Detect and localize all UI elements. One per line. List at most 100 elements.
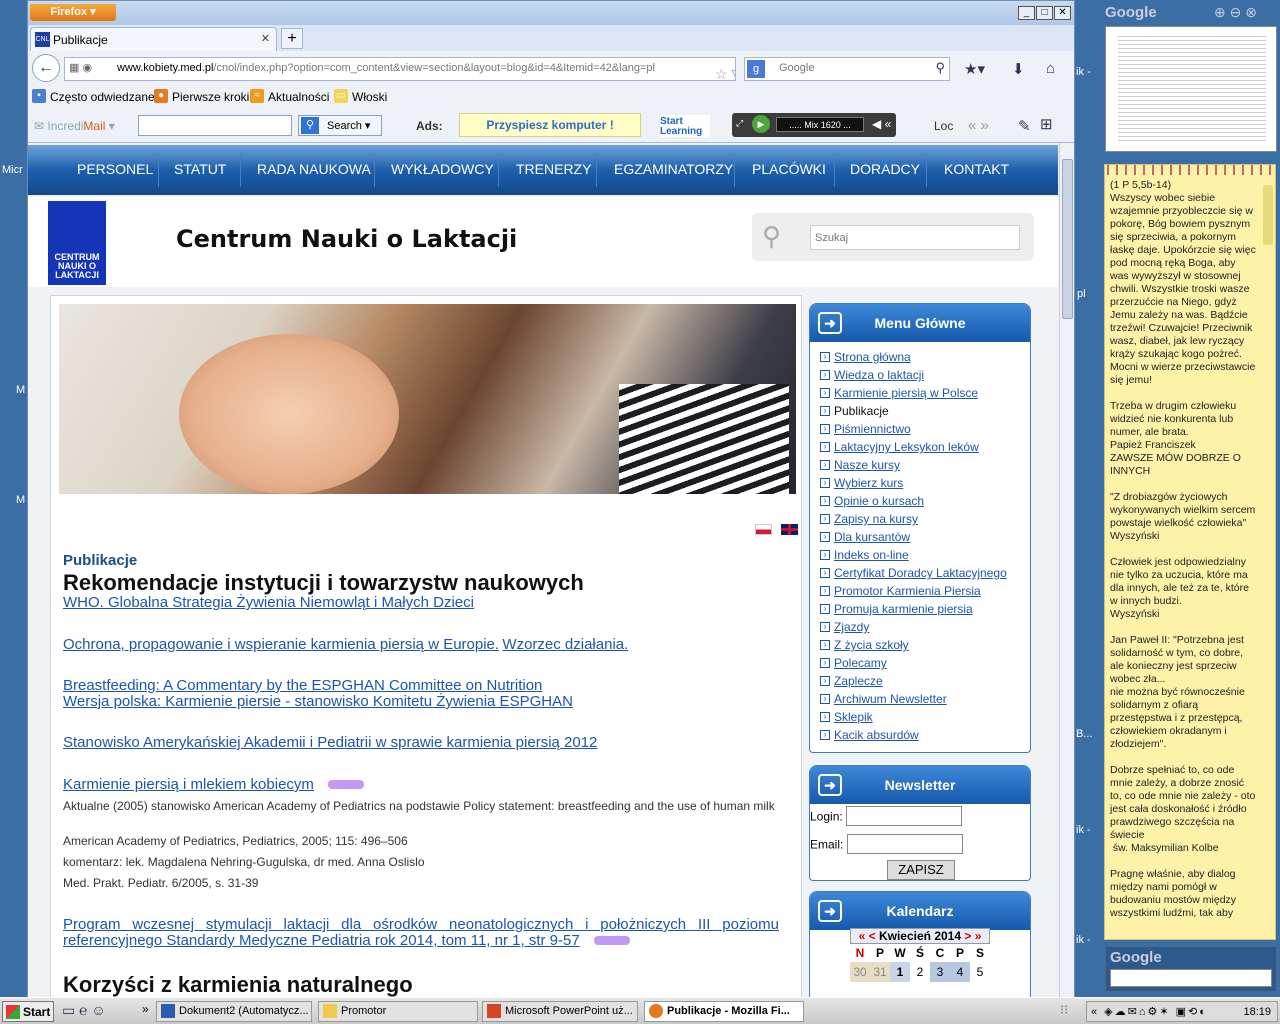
calendar-next[interactable]: > » (964, 929, 981, 943)
menu-item[interactable]: › Polecamy (820, 656, 1030, 674)
tab-publikacje[interactable]: CNL Publikacje ✕ (30, 27, 277, 51)
article-link[interactable]: Ochrona, propagowanie i wspieranie karmi… (63, 636, 499, 653)
taskbar-item[interactable]: Publikacje - Mozilla Fi... (644, 1001, 804, 1022)
radio-station[interactable]: ..... Mix 1620 ... (776, 117, 864, 132)
add-icon[interactable]: ⊞ (1040, 115, 1053, 133)
polish-flag-icon[interactable] (755, 524, 772, 535)
site-logo[interactable]: CENTRUM NAUKI O LAKTACJI (48, 201, 106, 285)
incredimail-search-input[interactable] (138, 115, 292, 136)
bookmark-item[interactable]: ≈ Aktualności (250, 89, 329, 104)
menu-item[interactable]: › Indeks on-line (820, 548, 1030, 566)
ad-banner[interactable]: Przyspiesz komputer ! (459, 113, 641, 137)
menu-item-link[interactable]: Promuja karmienie piersia (834, 602, 973, 616)
calendar-day[interactable]: 2 (910, 962, 930, 982)
calendar-day[interactable]: 3 (930, 962, 950, 982)
quick-launch-more-icon[interactable]: » (142, 1002, 149, 1016)
page-scrollbar[interactable] (1059, 143, 1074, 997)
start-learning-logo[interactable]: Start Learning (660, 115, 710, 137)
article-link[interactable]: Program wczesnej stymulacji laktacji dla… (63, 916, 779, 949)
radio-icon[interactable]: ⤢ (736, 118, 743, 129)
bookmark-item[interactable]: ▭ Włoski (334, 89, 387, 104)
tray-icons[interactable]: « ◈☁✉⌂⚙✶ ▣⟲◐ (1091, 1005, 1208, 1018)
article-link[interactable]: Wzorzec działania. (502, 636, 628, 653)
article-link[interactable]: Karmienie piersią i mlekiem kobiecym (63, 776, 314, 793)
site-search-input[interactable] (810, 225, 1020, 250)
menu-item-link[interactable]: Dla kursantów (834, 530, 910, 544)
calendar-prev[interactable]: « < (859, 929, 876, 943)
downloads-icon[interactable]: ⬇ (1012, 60, 1025, 78)
menu-item-link[interactable]: Zaplecze (834, 674, 883, 688)
menu-item-link[interactable]: Zjazdy (834, 620, 869, 634)
menu-item-link[interactable]: Nasze kursy (834, 458, 900, 472)
menu-item[interactable]: › Dla kursantów (820, 530, 1030, 548)
calendar-day[interactable]: 1 (890, 962, 910, 982)
menu-item[interactable]: › Zjazdy (820, 620, 1030, 638)
calendar-day[interactable]: 4 (950, 962, 970, 982)
menu-item[interactable]: › Karmienie piersią w Polsce (820, 386, 1030, 404)
nav-egzaminatorzy[interactable]: EGZAMINATORZY (614, 161, 733, 177)
menu-item-link[interactable]: Strona główna (834, 350, 911, 364)
menu-item-link[interactable]: Publikacje (834, 404, 889, 418)
menu-item[interactable]: › Z życia szkoły (820, 638, 1030, 656)
menu-item[interactable]: › Sklepik (820, 710, 1030, 728)
menu-item-link[interactable]: Piśmiennictwo (834, 422, 911, 436)
menu-item[interactable]: › Kacik absurdów (820, 728, 1030, 746)
taskbar-item[interactable]: Microsoft PowerPoint uż... (482, 1001, 638, 1022)
menu-item[interactable]: › Wybierz kurs (820, 476, 1030, 494)
grip-icon[interactable]: ⁝⁝ (1060, 1002, 1068, 1018)
menu-item[interactable]: › Wiedza o laktacji (820, 368, 1030, 386)
volume-icon[interactable]: ◀ « (872, 117, 891, 131)
note-scrollbar[interactable] (1263, 185, 1273, 245)
menu-item[interactable]: › Archiwum Newsletter (820, 692, 1030, 710)
english-flag-icon[interactable] (781, 524, 799, 535)
menu-item[interactable]: › Nasze kursy (820, 458, 1030, 476)
radio-player[interactable]: ⤢ ▶ ..... Mix 1620 ... ◀ « (732, 113, 896, 137)
nav-kontakt[interactable]: KONTAKT (944, 161, 1009, 177)
wrench-icon[interactable]: ✎ (1018, 117, 1031, 135)
article-link[interactable]: Wersja polska: Karmienie piersie - stano… (63, 693, 573, 710)
home-icon[interactable]: ⌂ (1046, 60, 1055, 77)
menu-item-link[interactable]: Indeks on-line (834, 548, 909, 562)
menu-item[interactable]: › Zaplecze (820, 674, 1030, 692)
google-engine-icon[interactable]: g (747, 60, 765, 78)
calendar-day[interactable]: 5 (970, 962, 990, 982)
scrollbar-thumb[interactable] (1062, 159, 1073, 319)
search-input[interactable]: g Google ⚲ (744, 57, 950, 81)
nav-rada-naukowa[interactable]: RADA NAUKOWA (257, 161, 371, 177)
nav-personel[interactable]: PERSONEL (77, 161, 153, 177)
menu-item[interactable]: › Piśmiennictwo (820, 422, 1030, 440)
menu-item[interactable]: › Opinie o kursach (820, 494, 1030, 512)
close-tab-icon[interactable]: ✕ (261, 32, 270, 45)
nav-trenerzy[interactable]: TRENERZY (516, 161, 591, 177)
search-icon[interactable]: ⚲ (935, 60, 945, 76)
nav-placowki[interactable]: PLACÓWKI (752, 161, 826, 177)
minimize-button[interactable]: _ (1018, 6, 1035, 20)
menu-item-link[interactable]: Sklepik (834, 710, 873, 724)
document-preview[interactable] (1105, 26, 1277, 152)
menu-item-link[interactable]: Wiedza o laktacji (834, 368, 924, 382)
sticky-note[interactable]: (1 P 5,5b-14) Wszyscy wobec siebie wzaje… (1104, 164, 1276, 940)
nav-doradcy[interactable]: DORADCY (850, 161, 920, 177)
menu-item[interactable]: › Publikacje (820, 404, 1030, 422)
menu-item[interactable]: › Zapisy na kursy (820, 512, 1030, 530)
clock[interactable]: 18:19 (1243, 1006, 1271, 1018)
addon-label[interactable]: Loc (934, 119, 953, 133)
chevrons-icon[interactable]: « » (968, 117, 989, 134)
calendar-day[interactable]: 30 (850, 962, 870, 982)
menu-item-link[interactable]: Kacik absurdów (834, 728, 919, 742)
menu-item[interactable]: › Strona główna (820, 350, 1030, 368)
desktop-icon-label[interactable]: M (16, 494, 25, 506)
nav-wykladowcy[interactable]: WYKŁADOWCY (391, 161, 494, 177)
desktop-icon-label[interactable]: ik - (1076, 934, 1091, 946)
menu-item-link[interactable]: Zapisy na kursy (834, 512, 918, 526)
menu-item[interactable]: › Promuja karmienie piersia (820, 602, 1030, 620)
bookmark-item[interactable]: ● Pierwsze kroki (154, 89, 249, 104)
bookmark-item[interactable]: ▪ Często odwiedzane (32, 89, 155, 104)
menu-item-link[interactable]: Laktacyjny Leksykon leków (834, 440, 979, 454)
bookmarks-menu-icon[interactable]: ★▾ (964, 60, 985, 78)
back-arrow-icon[interactable]: ← (32, 54, 60, 82)
taskbar-item[interactable]: Promotor (318, 1001, 478, 1022)
section-title[interactable]: Publikacje (63, 552, 781, 569)
identity-icon[interactable]: ▦ ◉ (69, 61, 92, 74)
article-link[interactable]: Stanowisko Amerykańskiej Akademii i Pedi… (63, 734, 597, 751)
